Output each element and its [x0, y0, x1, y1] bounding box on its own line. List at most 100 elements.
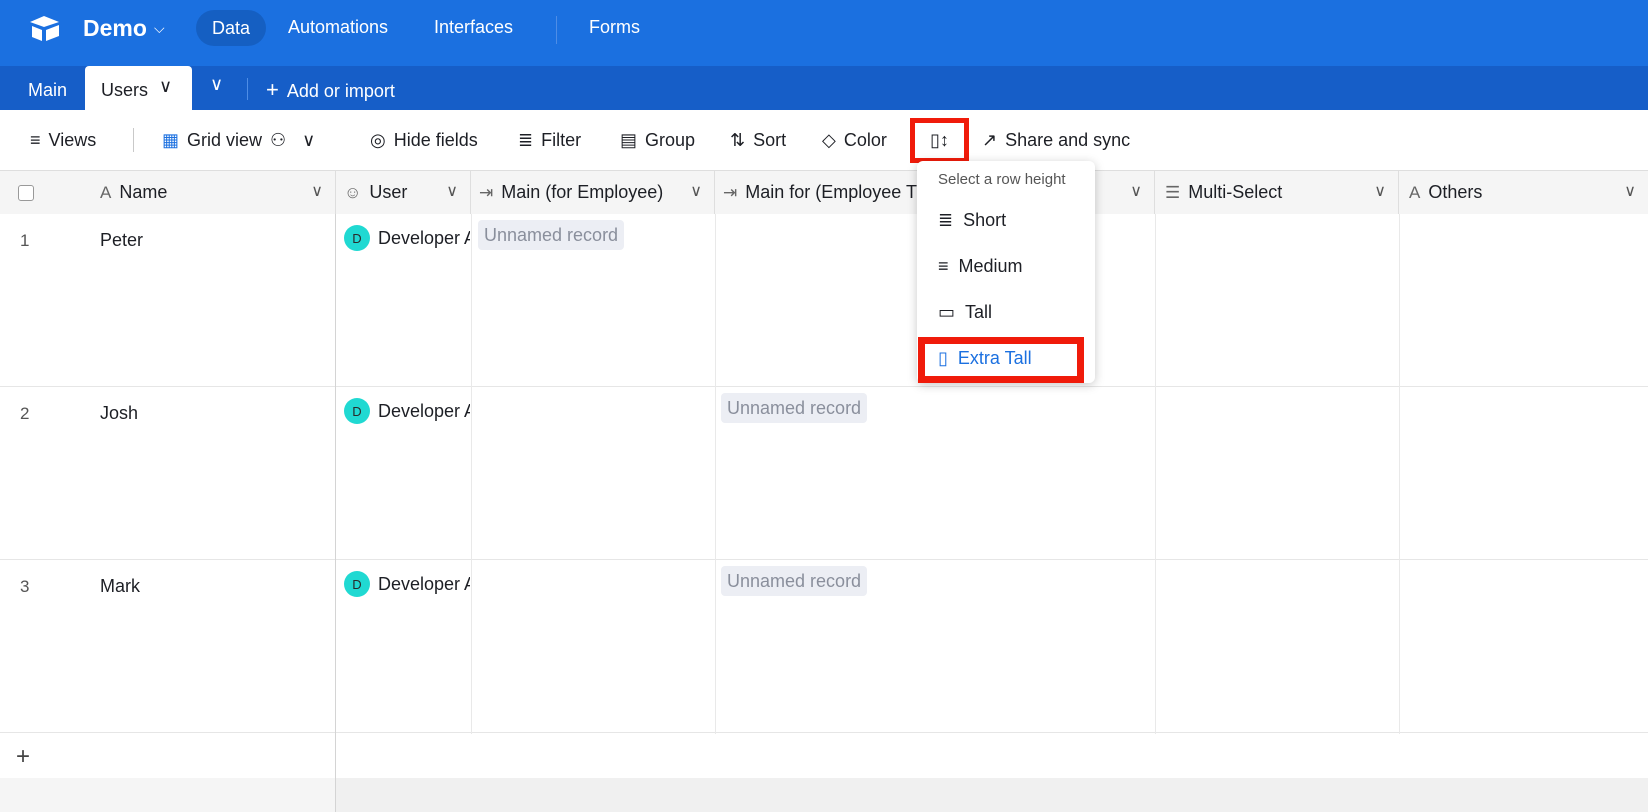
table-row[interactable]: 3 Mark D Developer A Unnamed record — [0, 560, 1648, 733]
filter-label: Filter — [541, 130, 582, 150]
column-divider — [335, 214, 336, 734]
name-cell[interactable]: Mark — [100, 576, 140, 597]
row-height-option-tall[interactable]: ▭ Tall — [938, 302, 992, 323]
plus-icon: + — [266, 77, 279, 102]
column-label: Main (for Employee) — [501, 182, 664, 202]
chevron-down-icon[interactable]: ∨ — [446, 181, 458, 201]
link-field-icon: ⇥ — [723, 182, 738, 202]
column-header-others[interactable]: A Others ∨ — [1399, 171, 1648, 214]
group-icon: ▤ — [620, 130, 638, 150]
select-all-checkbox[interactable] — [18, 185, 34, 201]
chevron-down-icon[interactable]: ∨ — [1624, 181, 1636, 201]
nav-data[interactable]: Data — [196, 10, 266, 46]
grid-icon: ▦ — [162, 130, 180, 150]
option-label: Short — [963, 210, 1007, 230]
add-record-button[interactable]: + — [16, 743, 30, 771]
column-divider — [715, 214, 716, 734]
chevron-down-icon: ∨ — [302, 130, 316, 150]
external-link-icon: ↗ — [982, 130, 998, 150]
add-or-import-button[interactable]: + Add or import — [266, 77, 395, 103]
user-cell[interactable]: D Developer A — [344, 397, 470, 425]
share-and-sync-button[interactable]: ↗ Share and sync — [982, 130, 1130, 151]
column-header-main-for-employee[interactable]: ⇥ Main (for Employee) ∨ — [471, 171, 715, 214]
column-header-user[interactable]: ☺ User ∨ — [336, 171, 471, 214]
text-field-icon: A — [100, 182, 112, 202]
avatar: D — [344, 571, 370, 597]
column-divider — [471, 214, 472, 734]
airtable-logo-icon[interactable] — [28, 14, 62, 44]
share-and-sync-label: Share and sync — [1005, 130, 1131, 150]
chevron-down-icon[interactable]: ∨ — [311, 181, 323, 201]
views-label: Views — [48, 130, 97, 150]
footer-left — [0, 778, 336, 812]
chevron-down-icon[interactable]: ∨ — [690, 181, 702, 201]
grid-view-label: Grid view — [187, 130, 263, 150]
row-height-option-short[interactable]: ≣ Short — [938, 210, 1006, 231]
views-button[interactable]: ≡ Views — [30, 130, 96, 151]
toolbar-divider — [133, 128, 134, 152]
hide-fields-label: Hide fields — [393, 130, 478, 150]
group-button[interactable]: ▤ Group — [620, 130, 695, 151]
color-button[interactable]: ◇ Color — [822, 130, 887, 151]
column-divider — [335, 734, 336, 778]
text-field-icon: A — [1409, 182, 1421, 202]
nav-automations[interactable]: Automations — [288, 17, 388, 38]
linked-record-pill[interactable]: Unnamed record — [478, 220, 625, 250]
column-label: Name — [119, 182, 168, 202]
user-icon: ☺ — [344, 182, 362, 202]
base-name[interactable]: Demo — [83, 15, 147, 42]
row-height-tall-icon: ▭ — [938, 302, 956, 322]
column-label: User — [369, 182, 408, 202]
option-label: Tall — [965, 302, 993, 322]
option-label: Medium — [958, 256, 1023, 276]
tab-main[interactable]: Main — [28, 80, 67, 101]
user-cell[interactable]: D Developer A — [344, 224, 470, 252]
avatar: D — [344, 225, 370, 251]
sort-button[interactable]: ⇅ Sort — [730, 130, 786, 151]
color-label: Color — [843, 130, 887, 150]
nav-forms[interactable]: Forms — [589, 17, 640, 38]
column-divider — [1155, 214, 1156, 734]
chevron-down-icon[interactable]: ∨ — [210, 74, 223, 95]
grid-body: 1 Peter D Developer A Unnamed record 2 Jo… — [0, 214, 1648, 734]
column-label: Main for (Employee T — [745, 182, 917, 202]
row-height-button[interactable]: ▯↕ — [910, 118, 969, 163]
selected-option-highlight — [918, 337, 1084, 383]
group-label: Group — [645, 130, 696, 150]
chevron-down-icon[interactable]: ∨ — [1130, 181, 1142, 201]
tab-users[interactable]: Users ∨ — [85, 66, 192, 110]
row-height-menu-title: Select a row height — [938, 171, 1066, 188]
linked-record-pill[interactable]: Unnamed record — [721, 566, 868, 596]
column-label: Others — [1428, 182, 1483, 202]
filter-button[interactable]: ≣ Filter — [518, 130, 581, 151]
chevron-down-icon[interactable]: ∨ — [159, 76, 172, 97]
column-label: Multi-Select — [1188, 182, 1283, 202]
avatar: D — [344, 398, 370, 424]
chevron-down-icon[interactable]: ⌵ — [154, 20, 165, 37]
row-number: 2 — [20, 404, 30, 423]
nav-divider — [556, 16, 557, 44]
row-height-icon: ▯↕ — [930, 130, 949, 150]
chevron-down-icon[interactable]: ∨ — [1374, 181, 1386, 201]
add-row-bar — [0, 734, 1648, 779]
name-cell[interactable]: Josh — [100, 403, 138, 424]
row-height-option-medium[interactable]: ≡ Medium — [938, 256, 1023, 277]
user-cell[interactable]: D Developer A — [344, 570, 470, 598]
grid-view-button[interactable]: ▦ Grid view ⚇ ∨ — [162, 130, 315, 151]
hide-fields-button[interactable]: ◎ Hide fields — [370, 130, 478, 151]
linked-record-pill[interactable]: Unnamed record — [721, 393, 868, 423]
user-name: Developer A — [378, 573, 470, 594]
column-header-multi-select[interactable]: ☰ Multi-Select ∨ — [1155, 171, 1399, 214]
column-divider — [1399, 214, 1400, 734]
table-row[interactable]: 2 Josh D Developer A Unnamed record — [0, 387, 1648, 560]
tab-users-label: Users — [101, 80, 149, 100]
row-number: 1 — [20, 231, 30, 250]
column-header-name[interactable]: A Name ∨ — [90, 171, 336, 214]
filter-icon: ≣ — [518, 130, 534, 150]
user-name: Developer A — [378, 400, 470, 421]
add-or-import-label: Add or import — [286, 81, 395, 101]
sort-label: Sort — [753, 130, 787, 150]
table-row[interactable]: 1 Peter D Developer A Unnamed record — [0, 214, 1648, 387]
name-cell[interactable]: Peter — [100, 230, 143, 251]
nav-interfaces[interactable]: Interfaces — [434, 17, 513, 38]
